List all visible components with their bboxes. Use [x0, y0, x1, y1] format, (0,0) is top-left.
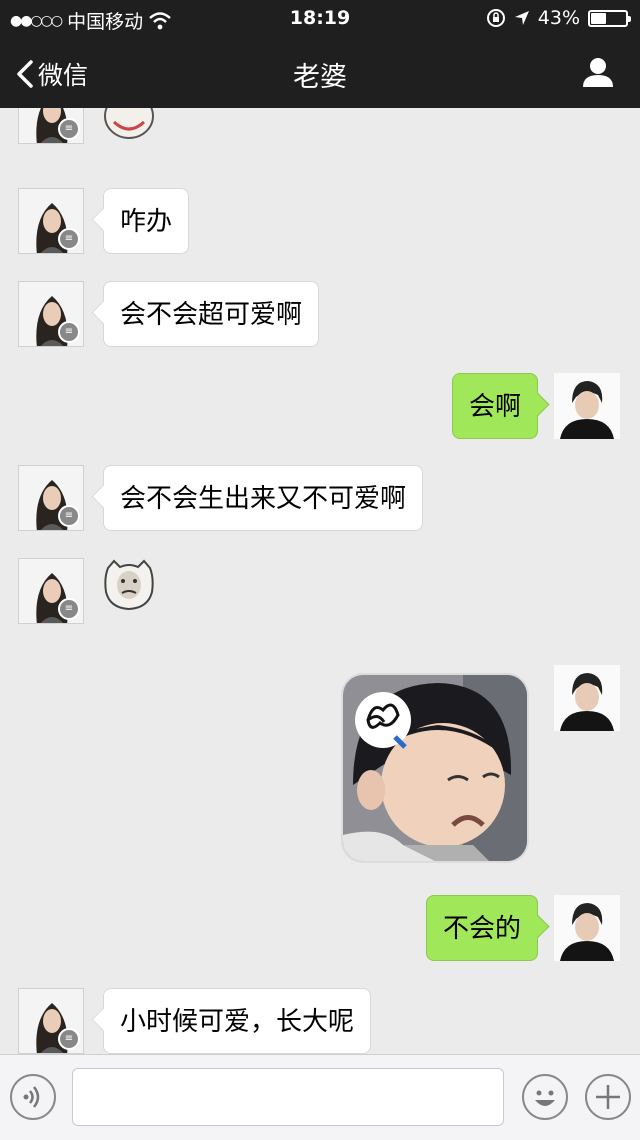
location-icon	[514, 11, 529, 25]
my-avatar[interactable]	[554, 895, 620, 961]
message-row: 不会的	[0, 895, 640, 965]
badge-icon: ≡	[58, 1028, 80, 1050]
message-row: ≡ 咋办	[0, 188, 640, 258]
plus-button[interactable]	[585, 1074, 631, 1120]
voice-icon	[23, 1086, 40, 1108]
badge-icon: ≡	[58, 228, 80, 250]
voice-button[interactable]	[10, 1074, 56, 1120]
message-row	[0, 665, 640, 865]
badge-icon: ≡	[58, 598, 80, 620]
badge-icon: ≡	[58, 321, 80, 343]
message-row: ≡	[0, 108, 640, 148]
message-bubble[interactable]: 小时候可爱，长大呢	[103, 988, 372, 1054]
message-bubble[interactable]: 咋办	[103, 188, 190, 254]
badge-icon: ≡	[58, 505, 80, 527]
message-bubble[interactable]: 不会的	[425, 895, 538, 961]
message-row: ≡ 会不会超可爱啊	[0, 281, 640, 351]
status-right: 43%	[486, 7, 631, 29]
rotation-lock-icon	[486, 9, 505, 27]
contact-avatar[interactable]: ≡	[18, 281, 84, 347]
contact-avatar[interactable]: ≡	[18, 465, 84, 531]
message-row: 会啊	[0, 373, 640, 443]
battery-fill	[591, 12, 607, 24]
message-row: ≡ 小时候可爱，长大呢	[0, 988, 640, 1054]
contact-avatar[interactable]: ≡	[18, 188, 84, 254]
person-icon	[583, 58, 613, 87]
emoji-icon	[535, 1090, 555, 1106]
input-bar	[0, 1054, 640, 1140]
chat-area[interactable]: ≡ ≡ 咋办 ≡ 会不会超可爱啊 会啊 ≡ 会不会生出来又不可爱啊 ≡ 不会的 …	[0, 108, 640, 1054]
contact-avatar[interactable]: ≡	[18, 558, 84, 624]
status-bar: ●●○○○ 中国移动 18:19 43%	[0, 0, 640, 38]
nav-bar: 微信 老婆	[0, 38, 640, 108]
message-input[interactable]	[72, 1068, 504, 1126]
my-avatar[interactable]	[554, 665, 620, 731]
man-portrait	[554, 665, 620, 731]
message-row: ≡ 会不会生出来又不可爱啊	[0, 465, 640, 535]
message-bubble[interactable]: 会不会超可爱啊	[103, 281, 320, 347]
contact-avatar[interactable]: ≡	[18, 988, 84, 1054]
battery-percent: 43%	[537, 7, 580, 29]
chat-title: 老婆	[293, 62, 347, 93]
sticker-face[interactable]	[102, 558, 156, 612]
child-photo	[343, 675, 527, 861]
message-bubble[interactable]: 会不会生出来又不可爱啊	[103, 465, 424, 531]
message-bubble[interactable]: 会啊	[451, 373, 538, 439]
badge-icon: ≡	[58, 118, 80, 140]
battery-icon	[588, 9, 631, 27]
plus-icon	[596, 1085, 620, 1109]
emoji-button[interactable]	[522, 1074, 568, 1120]
profile-button[interactable]	[582, 56, 614, 92]
sticker-emoji[interactable]	[102, 108, 156, 146]
message-row: ≡	[0, 558, 640, 628]
contact-avatar[interactable]: ≡	[18, 108, 84, 144]
man-portrait	[554, 373, 620, 439]
my-avatar[interactable]	[554, 373, 620, 439]
man-portrait	[554, 895, 620, 961]
image-message[interactable]	[341, 673, 529, 863]
